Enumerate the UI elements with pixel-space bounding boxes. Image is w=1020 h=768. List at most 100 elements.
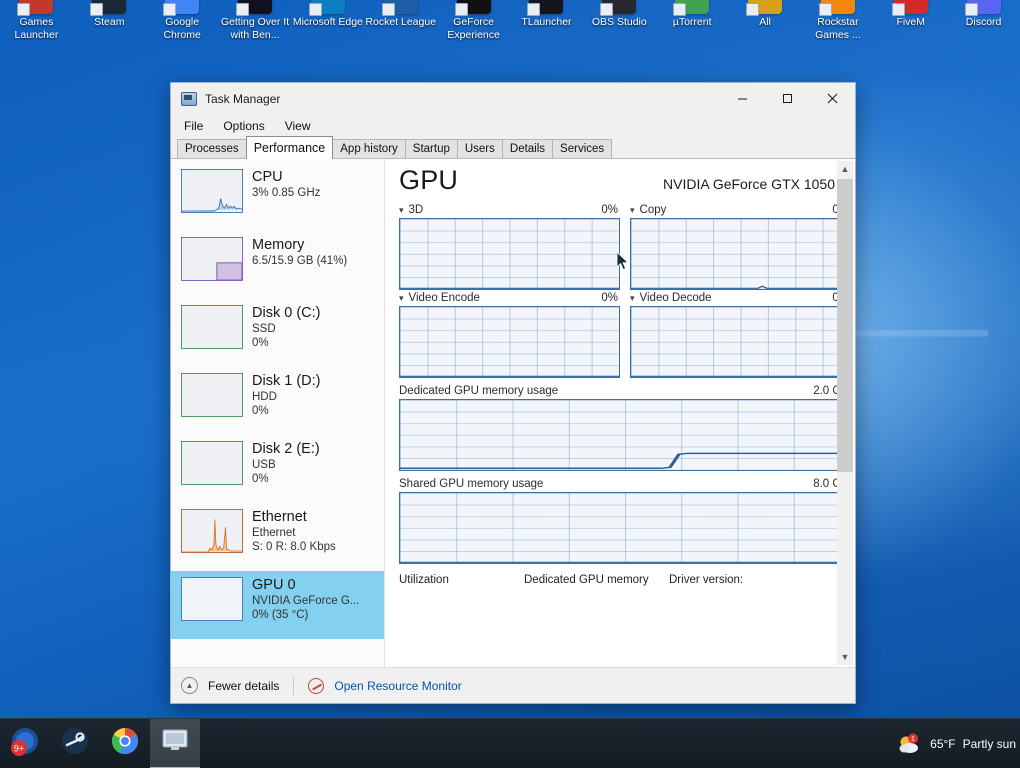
engine-cell-3d: ▾ 3D 0% [399,202,620,290]
tab-startup[interactable]: Startup [404,139,458,158]
stat-utilization-label: Utilization [399,574,449,586]
gpu-model-name: NVIDIA GeForce GTX 1050 [663,176,835,192]
engine-name: Video Decode [639,292,712,304]
chevron-down-icon[interactable]: ▾ [630,205,635,216]
gpu-header: GPU NVIDIA GeForce GTX 1050 [399,163,851,202]
chart-copy [630,218,851,290]
close-button[interactable] [810,83,855,114]
chevron-down-icon[interactable]: ▾ [399,205,404,216]
resource-monitor-icon[interactable] [308,677,325,694]
desktop-icon-steam[interactable]: Steam [73,0,146,42]
engine-row-2: ▾ Video Encode 0% ▾ Video Decode [399,290,851,378]
sidebar-item-text: Ethernet Ethernet S: 0 R: 8.0 Kbps [252,509,336,554]
sidebar-item-text: CPU 3% 0.85 GHz [252,169,320,200]
task-manager-taskbar-icon [160,727,190,758]
desktop-icon-label: Discord [965,16,1002,28]
desktop-icon-games-launcher[interactable]: Games Launcher [0,0,73,42]
stat-dedicated-memory-label: Dedicated GPU memory [524,574,649,586]
sidebar-item-cpu[interactable]: CPU 3% 0.85 GHz [171,163,384,231]
chevron-up-icon[interactable]: ▲ [181,677,198,694]
engine-cell-copy: ▾ Copy 0% [630,202,851,290]
engine-label-copy[interactable]: ▾ Copy 0% [630,202,851,218]
desktop-icon-rockstar-games[interactable]: Rockstar Games ... [801,0,874,42]
tab-strip: Processes Performance App history Startup Us… [171,136,855,159]
chevron-down-icon[interactable]: ▾ [399,293,404,304]
window-titlebar[interactable]: Task Manager [171,83,855,114]
desktop-icon-microsoft-edge[interactable]: Microsoft Edge [291,0,364,42]
desktop-icon-discord[interactable]: Discord [947,0,1020,42]
engine-label-video-encode[interactable]: ▾ Video Encode 0% [399,290,620,306]
sidebar-item-label: Memory [252,237,305,253]
menu-item-file[interactable]: File [181,118,206,134]
engine-label-3d[interactable]: ▾ 3D 0% [399,202,620,218]
scroll-up-icon[interactable]: ▲ [837,161,853,177]
vertical-scrollbar[interactable]: ▲ ▼ [837,161,853,665]
taskbar-button-task-manager[interactable] [150,718,200,768]
desktop-icon-label: OBS Studio [591,16,647,28]
tab-app-history[interactable]: App history [332,139,406,158]
engine-label-video-decode[interactable]: ▾ Video Decode 0% [630,290,851,306]
weather-icon: 1 [897,733,923,755]
maximize-button[interactable] [765,83,810,114]
sidebar-item-disk-0-c[interactable]: Disk 0 (C:) SSD 0% [171,299,384,367]
desktop-icon-utorrent[interactable]: µTorrent [656,0,729,42]
desktop-icon-fivem[interactable]: FiveM [874,0,947,42]
chart-video-decode [630,306,851,378]
desktop-icon-rocket-league[interactable]: Rocket League [364,0,437,42]
desktop-icon-tlauncher[interactable]: TLauncher [510,0,583,42]
chevron-down-icon[interactable]: ▾ [630,293,635,304]
taskbar-button-google-chrome[interactable] [100,719,150,768]
desktop-icon-geforce-experience[interactable]: GeForce Experience [437,0,510,42]
desktop-icon-label: Microsoft Edge [292,16,363,28]
minimize-button[interactable] [720,83,765,114]
sidebar-item-gpu-0[interactable]: GPU 0 NVIDIA GeForce G... 0% (35 °C) [171,571,384,639]
tlauncher-icon [527,0,564,16]
resource-sidebar[interactable]: CPU 3% 0.85 GHz Memory 6.5/15.9 GB (41%) Dis… [171,159,385,667]
desktop-icon-label: Google Chrome [163,16,201,41]
desktop-icon-label: Steam [94,16,125,28]
sidebar-item-detail: 6.5/15.9 GB (41%) [252,255,348,267]
desktop-icon-getting-over-it[interactable]: Getting Over It with Ben... [219,0,292,42]
scrollbar-track[interactable] [837,177,853,649]
taskbar-button-notifications-app[interactable]: 9+ [0,719,50,768]
scrollbar-thumb[interactable] [837,179,853,472]
sidebar-item-disk-2-e[interactable]: Disk 2 (E:) USB 0% [171,435,384,503]
notifications-app-icon: 9+ [10,726,40,761]
open-resource-monitor-link[interactable]: Open Resource Monitor [334,679,461,693]
chart-dedicated-gpu-memory [399,399,851,471]
sidebar-item-detail: Ethernet [252,527,296,539]
disk1-mini-graph [181,373,243,417]
desktop-icon-all[interactable]: All [729,0,802,42]
window-title: Task Manager [205,91,281,106]
chart-shared-gpu-memory [399,492,851,564]
tab-users[interactable]: Users [456,139,503,158]
utorrent-icon [673,0,710,16]
sidebar-item-disk-1-d[interactable]: Disk 1 (D:) HDD 0% [171,367,384,435]
tab-processes[interactable]: Processes [177,139,247,158]
menu-item-options[interactable]: Options [220,118,267,134]
tab-services[interactable]: Services [552,139,613,158]
desktop-icon-obs-studio[interactable]: OBS Studio [583,0,656,42]
scroll-down-icon[interactable]: ▼ [837,649,853,665]
menu-item-view[interactable]: View [282,118,314,134]
engine-name: 3D [408,204,424,216]
desktop-icon-label: GeForce Experience [447,16,500,41]
shared-memory-label: Shared GPU memory usage 8.0 GB [399,471,851,492]
taskbar-button-steam[interactable] [50,719,100,768]
taskbar[interactable]: 9+ 1 65°F Partly sun [0,718,1020,768]
discord-icon [964,0,1001,16]
sidebar-item-detail: USB [252,459,276,471]
sidebar-item-detail: 3% 0.85 GHz [252,187,321,199]
task-manager-window[interactable]: Task Manager File Options View Processes Pe… [170,82,856,704]
taskbar-tray[interactable]: 1 65°F Partly sun [897,733,1020,755]
sidebar-item-memory[interactable]: Memory 6.5/15.9 GB (41%) [171,231,384,299]
stat-driver-version-label: Driver version: [669,574,744,586]
tab-details[interactable]: Details [501,139,554,158]
gpu0-mini-graph [181,577,243,621]
tab-performance[interactable]: Performance [245,136,334,159]
sidebar-item-ethernet[interactable]: Ethernet Ethernet S: 0 R: 8.0 Kbps [171,503,384,571]
desktop-icon-google-chrome[interactable]: Google Chrome [146,0,219,42]
steam-taskbar-icon [60,726,90,761]
chart-3d [399,218,620,290]
fewer-details-button[interactable]: Fewer details [208,679,279,693]
